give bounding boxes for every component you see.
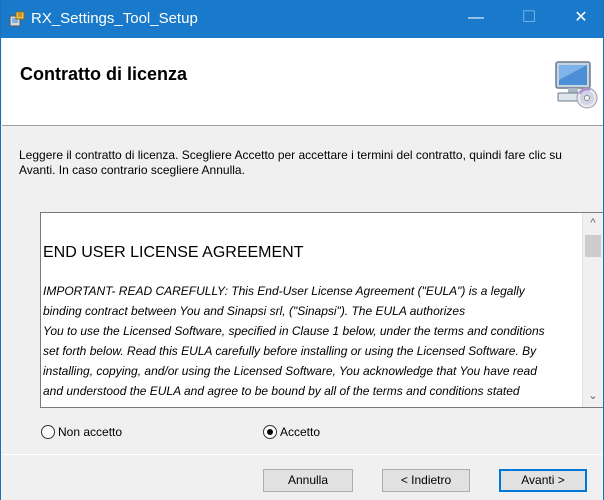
cancel-button[interactable]: Annulla [263, 469, 353, 492]
minimize-button[interactable]: — [453, 0, 499, 38]
instructions-line-1: Leggere il contratto di licenza. Sceglie… [19, 148, 562, 162]
accept-radio-option[interactable]: Accetto [263, 424, 320, 440]
wizard-header: Contratto di licenza [2, 38, 603, 126]
eula-line: IMPORTANT- READ CAREFULLY: This End-User… [43, 284, 525, 298]
page-title: Contratto di licenza [20, 64, 188, 84]
eula-line: set forth below. Read this EULA carefull… [43, 344, 537, 358]
instructions-text: Leggere il contratto di licenza. Sceglie… [19, 148, 603, 178]
accept-radio-label[interactable]: Accetto [280, 425, 320, 439]
eula-line: You to use the Licensed Software, specif… [43, 324, 545, 338]
eula-line: and understood the EULA and agree to be … [43, 384, 520, 398]
eula-line: installing, copying, and/or using the Li… [43, 364, 537, 378]
back-button[interactable]: < Indietro [382, 469, 470, 492]
scroll-thumb[interactable] [585, 235, 601, 257]
license-content: END USER LICENSE AGREEMENT IMPORTANT- RE… [42, 213, 582, 407]
eula-body: IMPORTANT- READ CAREFULLY: This End-User… [43, 281, 582, 401]
license-scrollbar[interactable]: ^ ⌄ [582, 213, 603, 407]
eula-line: binding contract between You and Sinapsi… [43, 304, 466, 318]
close-button[interactable]: ✕ [558, 0, 603, 38]
setup-window: RX_Settings_Tool_Setup — ☐ ✕ Contratto d… [0, 0, 604, 500]
computer-cd-icon [555, 61, 598, 109]
reject-radio-button[interactable] [41, 425, 55, 439]
license-textbox[interactable]: END USER LICENSE AGREEMENT IMPORTANT- RE… [40, 212, 603, 408]
next-button[interactable]: Avanti > [499, 469, 587, 492]
window-title: RX_Settings_Tool_Setup [31, 10, 198, 27]
title-bar[interactable]: RX_Settings_Tool_Setup — ☐ ✕ [1, 0, 603, 38]
accept-radio-button[interactable] [263, 425, 277, 439]
reject-radio-option[interactable]: Non accetto [41, 424, 122, 440]
eula-heading: END USER LICENSE AGREEMENT [43, 244, 304, 261]
scroll-up-arrow-icon[interactable]: ^ [583, 213, 603, 233]
maximize-button[interactable]: ☐ [506, 0, 552, 38]
installer-app-icon [9, 11, 25, 27]
footer-divider [2, 454, 603, 455]
reject-radio-label[interactable]: Non accetto [58, 425, 122, 439]
instructions-line-2: Avanti. In caso contrario scegliere Annu… [19, 163, 245, 177]
scroll-down-arrow-icon[interactable]: ⌄ [583, 385, 603, 407]
